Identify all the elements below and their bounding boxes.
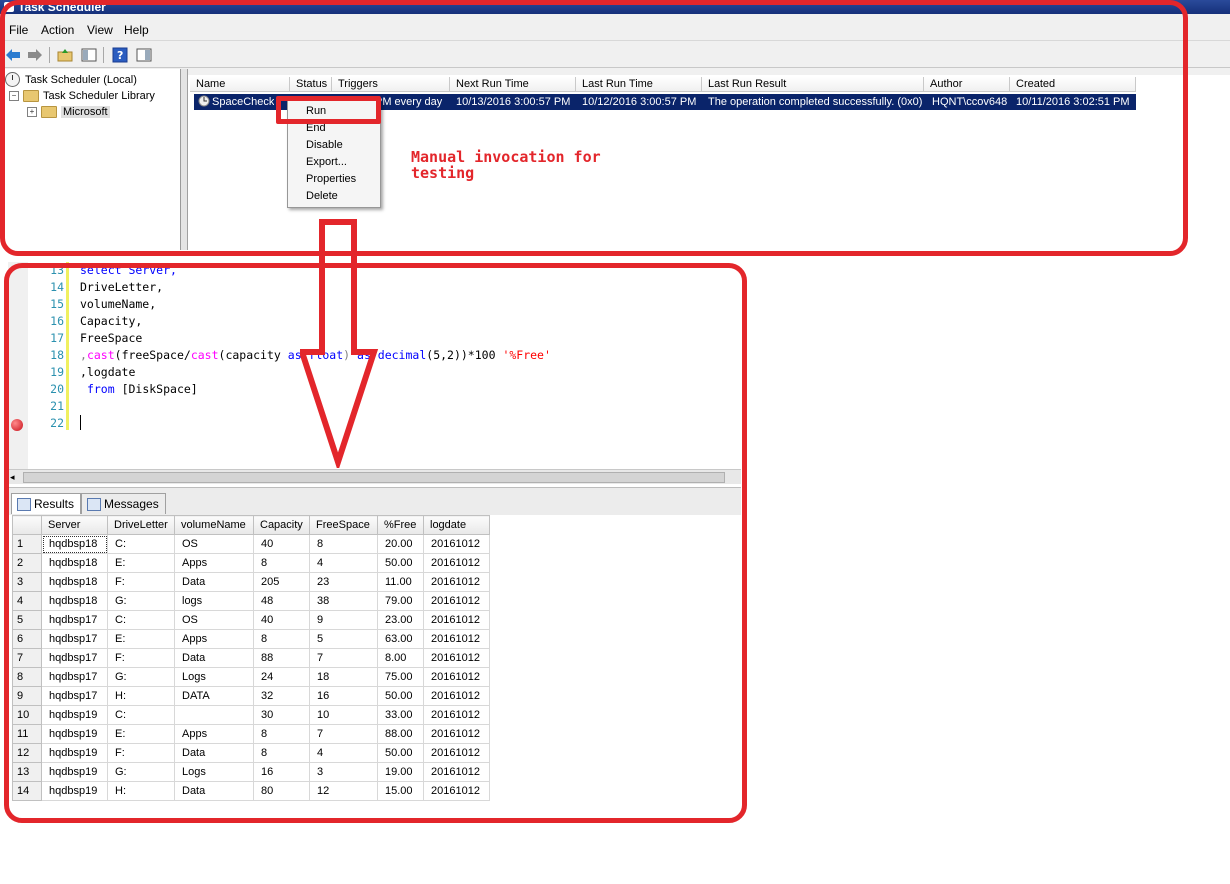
annotation-down-arrow bbox=[300, 219, 379, 468]
task-scheduler-highlight-box bbox=[0, 0, 1188, 256]
